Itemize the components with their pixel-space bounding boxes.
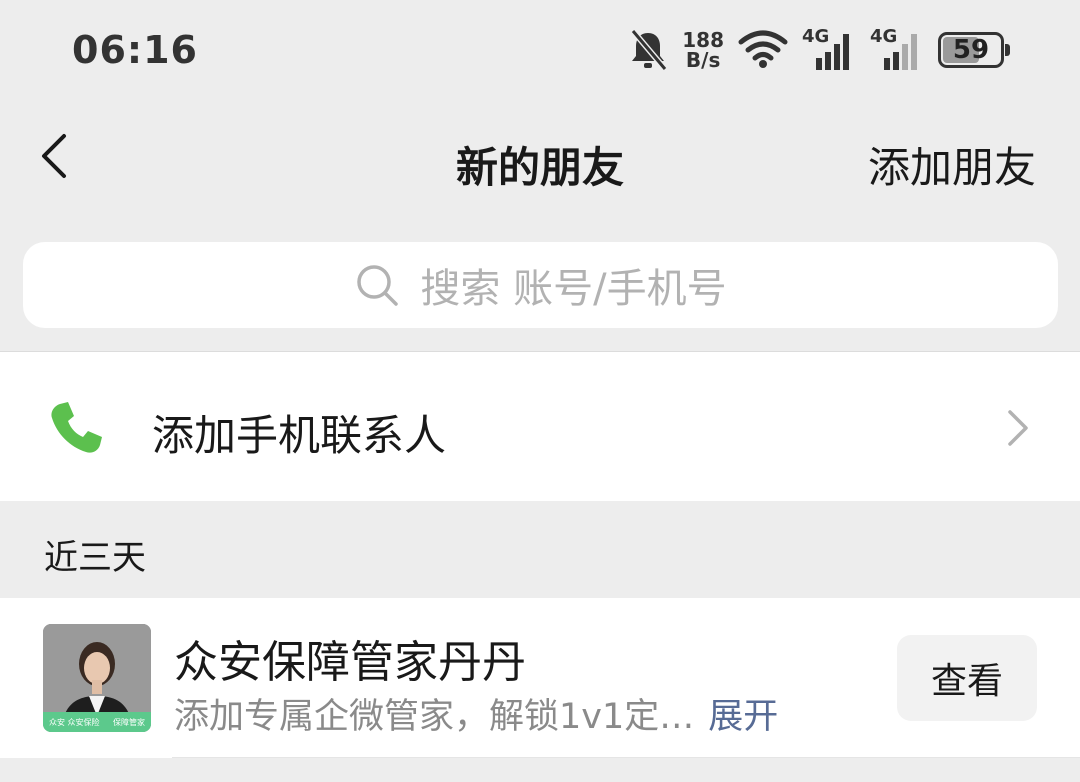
- signal-2-label: 4G: [870, 26, 898, 47]
- status-bar: 06:16 188 B/s 4G 4G 59: [0, 0, 1080, 100]
- section-title: 近三天: [44, 538, 146, 578]
- request-name: 众安保障管家丹丹: [174, 637, 526, 688]
- status-time: 06:16: [72, 28, 198, 72]
- signal-1-label: 4G: [802, 26, 830, 47]
- phone-icon: [51, 402, 102, 453]
- request-message-text: 添加专属企微管家，解锁1v1定…: [174, 697, 695, 737]
- avatar[interactable]: 众安 众安保险 保障管家: [43, 624, 151, 732]
- signal-icon: 4G: [802, 26, 856, 72]
- divider: [172, 757, 1080, 758]
- search-icon: [357, 265, 399, 306]
- battery-icon: 59: [938, 32, 1010, 68]
- request-message: 添加专属企微管家，解锁1v1定… 展开: [174, 688, 778, 739]
- net-speed: 188 B/s: [682, 30, 724, 70]
- expand-link[interactable]: 展开: [708, 697, 778, 737]
- wifi-icon: [738, 30, 788, 70]
- signal-icon: 4G: [870, 26, 924, 72]
- bell-muted-icon: [628, 28, 668, 72]
- avatar-badge-right: 保障管家: [113, 717, 145, 727]
- net-speed-unit: B/s: [685, 48, 721, 72]
- nav-bar: 新的朋友 添加朋友: [0, 108, 1080, 204]
- avatar-badge: 众安 众安保险 保障管家: [43, 712, 151, 732]
- friend-request-row[interactable]: 众安 众安保险 保障管家 众安保障管家丹丹 添加专属企微管家，解锁1v1定… 展开…: [0, 598, 1080, 758]
- chevron-right-icon: [1008, 410, 1028, 446]
- status-icons: 188 B/s 4G 4G 59: [628, 26, 1010, 74]
- net-speed-value: 188: [682, 28, 724, 52]
- add-phone-contacts-label: 添加手机联系人: [152, 411, 447, 460]
- search-input[interactable]: 搜索 账号/手机号: [23, 242, 1058, 328]
- add-friend-button[interactable]: 添加朋友: [868, 134, 1036, 195]
- add-phone-contacts-row[interactable]: 添加手机联系人: [0, 351, 1080, 501]
- battery-level: 59: [952, 35, 990, 65]
- search-placeholder: 搜索 账号/手机号: [420, 266, 727, 312]
- avatar-badge-left: 众安 众安保险: [49, 717, 100, 727]
- view-button[interactable]: 查看: [897, 635, 1037, 721]
